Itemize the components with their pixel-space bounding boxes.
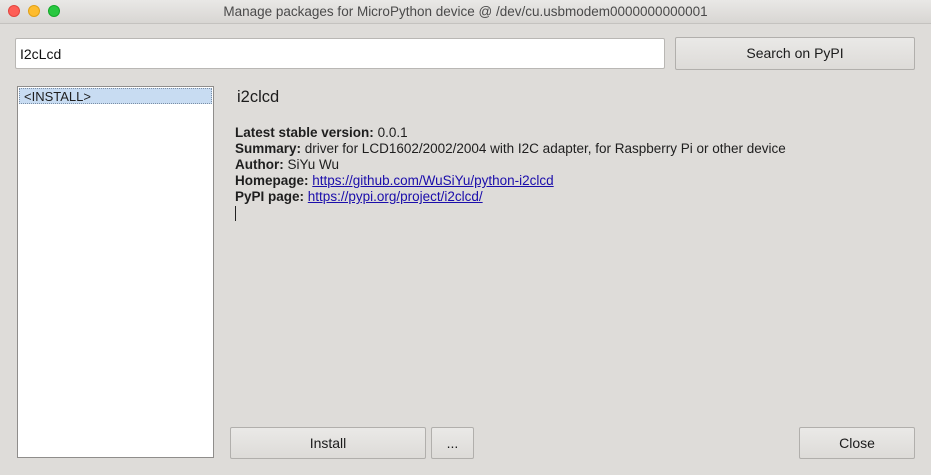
latest-version-row: Latest stable version: 0.0.1 (235, 125, 915, 141)
title-bar[interactable]: Manage packages for MicroPython device @… (0, 0, 931, 24)
package-details: Latest stable version: 0.0.1 Summary: dr… (235, 125, 915, 221)
pypi-row: PyPI page: https://pypi.org/project/i2cl… (235, 189, 915, 205)
author-value: SiYu Wu (287, 157, 340, 172)
summary-label: Summary: (235, 141, 302, 156)
pypi-label: PyPI page: (235, 189, 305, 204)
package-info-panel: i2clcd Latest stable version: 0.0.1 Summ… (235, 86, 915, 416)
author-label: Author: (235, 157, 284, 172)
latest-version-label: Latest stable version: (235, 125, 374, 140)
text-caret (235, 205, 236, 221)
text-caret-row[interactable] (235, 205, 915, 221)
homepage-label: Homepage: (235, 173, 309, 188)
pypi-link[interactable]: https://pypi.org/project/i2clcd/ (308, 189, 483, 204)
package-manager-window: Manage packages for MicroPython device @… (0, 0, 931, 475)
homepage-row: Homepage: https://github.com/WuSiYu/pyth… (235, 173, 915, 189)
install-button[interactable]: Install (230, 427, 426, 459)
author-row: Author: SiYu Wu (235, 157, 915, 173)
search-input[interactable] (15, 38, 665, 69)
summary-value: driver for LCD1602/2002/2004 with I2C ad… (304, 141, 786, 156)
latest-version-value: 0.0.1 (377, 125, 408, 140)
package-list[interactable]: <INSTALL> (17, 86, 214, 458)
homepage-link[interactable]: https://github.com/WuSiYu/python-i2clcd (312, 173, 553, 188)
package-name: i2clcd (237, 88, 280, 106)
search-pypi-button[interactable]: Search on PyPI (675, 37, 915, 70)
window-title: Manage packages for MicroPython device @… (223, 4, 708, 19)
more-options-button[interactable]: ... (431, 427, 474, 459)
summary-row: Summary: driver for LCD1602/2002/2004 wi… (235, 141, 915, 157)
close-button[interactable]: Close (799, 427, 915, 459)
list-item[interactable]: <INSTALL> (19, 88, 212, 104)
